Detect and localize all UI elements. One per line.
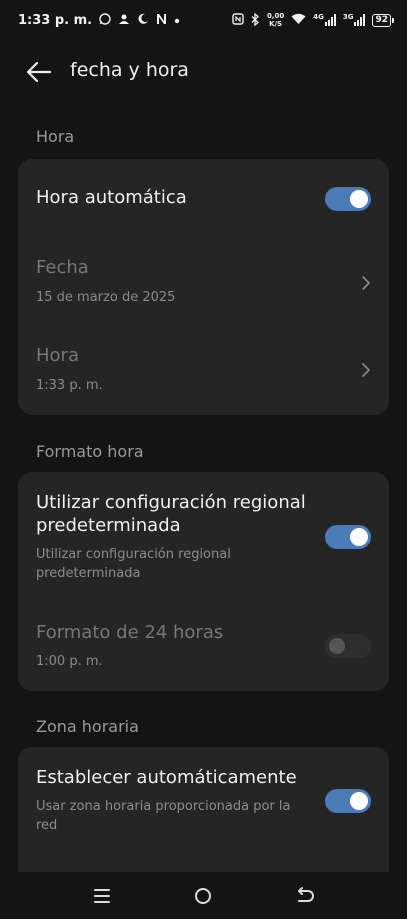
home-button[interactable]: [191, 884, 215, 908]
format-24h-toggle[interactable]: [325, 634, 371, 658]
signal-bars-icon: [354, 14, 366, 26]
notification-app-icon: [118, 13, 130, 27]
status-bar-left: 1:33 p. m.: [18, 13, 180, 28]
nfc-icon: [232, 13, 244, 27]
circle-home-icon: [195, 888, 211, 904]
more-notifications-dot-icon: [174, 14, 180, 26]
format-24h-value: 1:00 p. m.: [36, 654, 103, 669]
row-auto-zone[interactable]: Establecer automáticamente Usar zona hor…: [18, 747, 389, 859]
status-bar-right: 0,00 K/S 4G 3G 92: [232, 12, 394, 28]
sim2-signal: 3G: [343, 14, 366, 26]
navigation-bar: [0, 872, 407, 919]
arrow-left-icon: [26, 61, 52, 83]
wifi-icon: [291, 13, 306, 27]
network-speed: 0,00 K/S: [267, 12, 284, 28]
date-title: Fecha: [36, 257, 89, 278]
whatsapp-icon: [99, 13, 111, 27]
auto-zone-title: Establecer automáticamente: [36, 767, 297, 788]
back-button[interactable]: [22, 58, 54, 86]
card-formato-hora: Utilizar configuración regional predeter…: [18, 472, 389, 691]
row-auto-time[interactable]: Hora automática: [18, 159, 389, 239]
auto-zone-toggle[interactable]: [325, 789, 371, 813]
regional-title: Utilizar configuración regional predeter…: [36, 492, 306, 536]
recent-apps-button[interactable]: [90, 884, 114, 908]
format-24h-title: Formato de 24 horas: [36, 622, 224, 643]
sim1-signal: 4G: [313, 14, 336, 26]
regional-subtitle: Utilizar configuración regional predeter…: [36, 547, 231, 581]
row-date[interactable]: Fecha 15 de marzo de 2025: [18, 243, 389, 327]
battery-icon: 92: [372, 13, 394, 27]
date-value: 15 de marzo de 2025: [36, 290, 176, 305]
section-label-formato: Formato hora: [36, 442, 144, 461]
page-title: fecha y hora: [70, 59, 189, 81]
section-label-zona: Zona horaria: [36, 717, 139, 736]
app-header: fecha y hora: [0, 48, 407, 96]
card-zona-horaria: Establecer automáticamente Usar zona hor…: [18, 747, 389, 887]
auto-time-toggle[interactable]: [325, 187, 371, 211]
signal-bars-icon: [324, 14, 336, 26]
time-title: Hora: [36, 345, 79, 366]
row-time[interactable]: Hora 1:33 p. m.: [18, 331, 389, 415]
status-bar: 1:33 p. m. 0,00 K/S 4G 3G 92: [0, 0, 407, 40]
sim1-network-type: 4G: [313, 13, 324, 21]
chevron-right-icon: [362, 276, 370, 290]
sim2-network-type: 3G: [342, 13, 354, 21]
time-value: 1:33 p. m.: [36, 378, 103, 393]
auto-time-title: Hora automática: [36, 187, 187, 208]
card-hora: Hora automática Fecha 15 de marzo de 202…: [18, 159, 389, 415]
menu-icon: [94, 889, 110, 903]
network-speed-unit: K/S: [269, 20, 283, 28]
row-regional[interactable]: Utilizar configuración regional predeter…: [18, 472, 389, 597]
auto-zone-subtitle: Usar zona horaria proporcionada por la r…: [36, 799, 291, 833]
chevron-right-icon: [362, 363, 370, 377]
return-icon: [298, 887, 314, 902]
status-time: 1:33 p. m.: [18, 12, 93, 28]
section-label-hora: Hora: [36, 127, 75, 146]
row-format-24h[interactable]: Formato de 24 horas 1:00 p. m.: [18, 607, 389, 691]
network-speed-value: 0,00: [266, 12, 285, 20]
back-nav-button[interactable]: [293, 884, 317, 908]
bluetooth-icon: [251, 12, 260, 28]
n-app-icon: [156, 13, 167, 27]
regional-toggle[interactable]: [325, 525, 371, 549]
moon-icon: [137, 13, 149, 27]
